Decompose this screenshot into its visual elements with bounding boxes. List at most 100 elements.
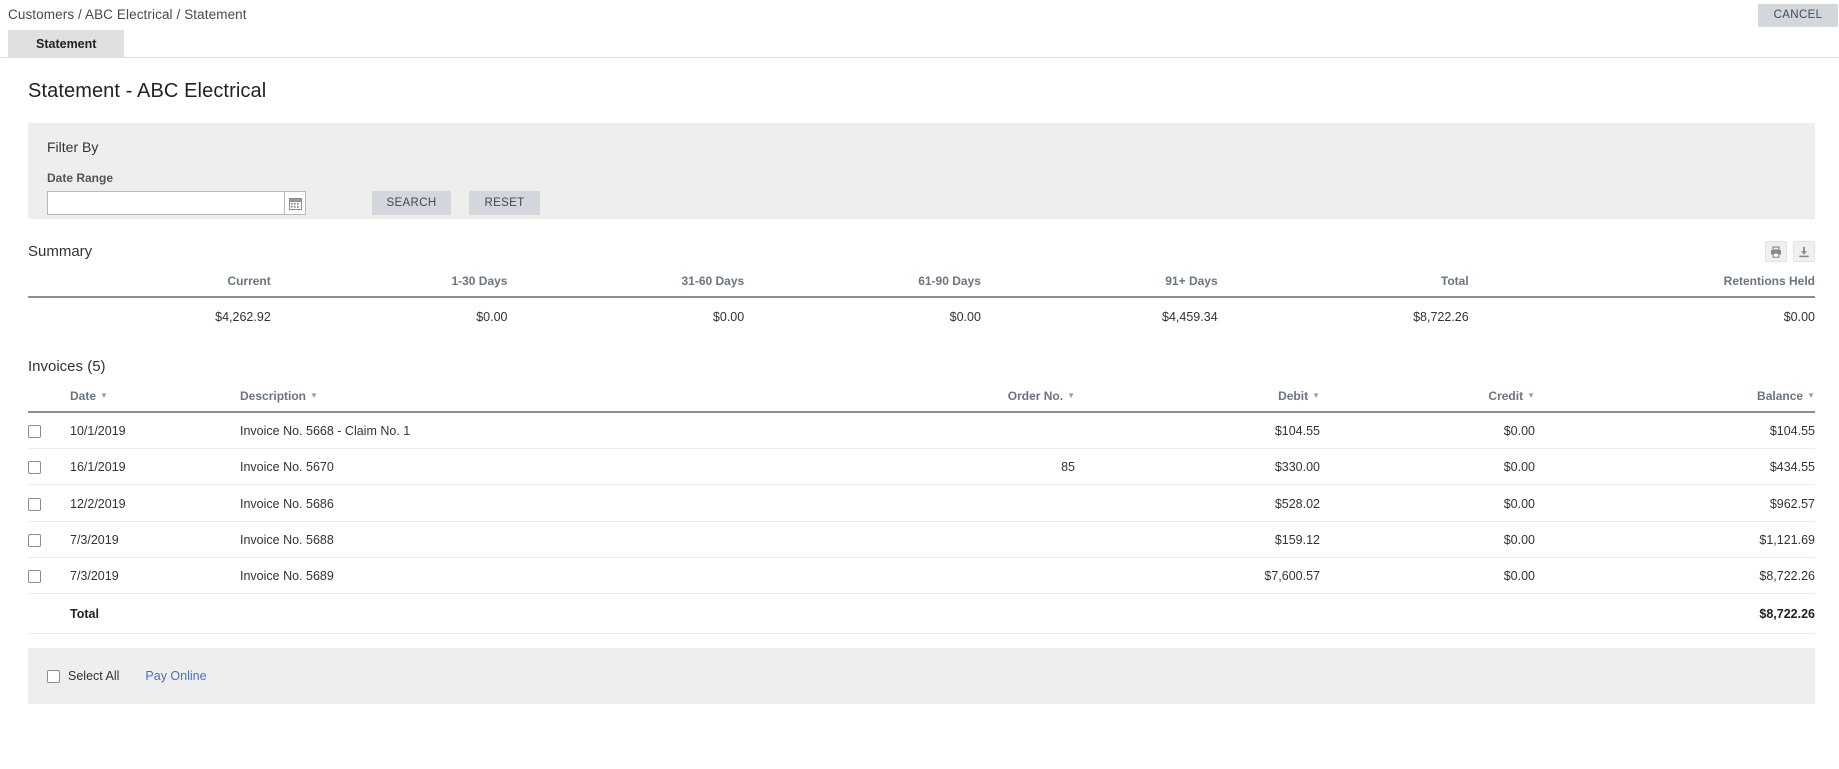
invoices-col-description-label: Description	[240, 389, 307, 403]
invoices-col-credit[interactable]: Credit ▼	[1320, 389, 1535, 413]
row-debit: $159.12	[1075, 521, 1320, 558]
total-spacer-2	[240, 593, 830, 635]
total-spacer-3	[830, 593, 1075, 635]
tab-statement[interactable]: Statement	[8, 30, 125, 58]
date-range-label: Date Range	[47, 171, 114, 185]
select-all-label: Select All	[68, 669, 120, 684]
row-date: 7/3/2019	[70, 557, 240, 595]
invoices-col-balance-label: Balance	[1757, 389, 1804, 403]
summary-col-current: Current	[28, 274, 309, 298]
row-description: Invoice No. 5688	[240, 521, 830, 558]
row-date: 10/1/2019	[70, 412, 240, 450]
print-icon[interactable]	[1765, 241, 1787, 262]
breadcrumb: Customers / ABC Electrical / Statement	[8, 7, 247, 22]
summary-col-91-plus-days: 91+ Days	[1018, 274, 1256, 298]
summary-heading: Summary	[28, 243, 93, 260]
sort-caret-debit-icon[interactable]: ▼	[1312, 391, 1320, 400]
row-balance: $434.55	[1535, 448, 1815, 486]
row-order-no: 85	[830, 448, 1075, 486]
row-description: Invoice No. 5689	[240, 557, 830, 595]
table-row[interactable]: 16/1/2019 Invoice No. 5670 85 $330.00 $0.00 $…	[28, 448, 1815, 486]
invoices-col-credit-label: Credit	[1488, 389, 1524, 403]
table-row[interactable]: 10/1/2019 Invoice No. 5668 - Claim No. 1 $…	[28, 412, 1815, 450]
row-checkbox[interactable]	[28, 461, 41, 475]
row-date: 16/1/2019	[70, 448, 240, 486]
invoices-col-balance[interactable]: Balance ▼	[1535, 389, 1815, 413]
row-checkbox-cell	[28, 412, 70, 450]
invoices-total-balance: $8,722.26	[1535, 593, 1815, 635]
row-checkbox[interactable]	[28, 497, 41, 511]
invoices-body: 10/1/2019 Invoice No. 5668 - Claim No. 1 $…	[28, 412, 1815, 635]
select-all-checkbox[interactable]	[47, 669, 60, 683]
row-description: Invoice No. 5686	[240, 484, 830, 522]
invoices-col-order-no-label: Order No.	[1007, 389, 1064, 403]
download-icon[interactable]	[1793, 241, 1815, 262]
total-spacer-4	[1075, 593, 1320, 635]
invoices-heading: Invoices (5)	[28, 358, 106, 375]
row-checkbox[interactable]	[28, 425, 41, 439]
row-order-no	[830, 521, 1075, 558]
row-date: 12/2/2019	[70, 484, 240, 522]
tab-strip: Statement	[0, 30, 1839, 58]
summary-col-61-90-days: 61-90 Days	[782, 274, 1019, 298]
calendar-icon[interactable]	[284, 191, 306, 215]
table-row[interactable]: 7/3/2019 Invoice No. 5689 $7,600.57 $0.00 $8…	[28, 557, 1815, 595]
row-credit: $0.00	[1320, 448, 1535, 486]
summary-col-31-60-days: 31-60 Days	[545, 274, 783, 298]
invoices-col-date[interactable]: Date ▼	[70, 389, 240, 413]
reset-button[interactable]: RESET	[469, 191, 540, 215]
summary-value-61-90-days: $0.00	[949, 310, 981, 324]
row-credit: $0.00	[1320, 484, 1535, 522]
date-range-field-group	[47, 191, 306, 215]
summary-col-total: Total	[1255, 274, 1507, 298]
summary-value-current: $4,262.92	[215, 310, 271, 324]
pay-online-link[interactable]: Pay Online	[145, 669, 206, 683]
summary-value-row: $4,262.92 $0.00 $0.00 $0.00 $4,459.34 $8…	[28, 297, 1815, 334]
invoices-col-debit[interactable]: Debit ▼	[1075, 389, 1320, 413]
summary-col-1-30-days: 1-30 Days	[308, 274, 546, 298]
summary-value-91-plus-days: $4,459.34	[1162, 310, 1218, 324]
sort-caret-date-icon[interactable]: ▼	[100, 391, 108, 400]
invoices-col-order-no[interactable]: Order No. ▼	[830, 389, 1075, 413]
sort-caret-balance-icon[interactable]: ▼	[1807, 391, 1815, 400]
row-description: Invoice No. 5668 - Claim No. 1	[240, 412, 830, 450]
table-row[interactable]: 12/2/2019 Invoice No. 5686 $528.02 $0.00 $96…	[28, 484, 1815, 522]
row-credit: $0.00	[1320, 557, 1535, 595]
total-spacer	[28, 593, 70, 635]
row-checkbox[interactable]	[28, 533, 41, 547]
invoices-col-description[interactable]: Description ▼	[240, 389, 830, 413]
row-order-no	[830, 557, 1075, 595]
table-row[interactable]: 7/3/2019 Invoice No. 5688 $159.12 $0.00 $1,1…	[28, 521, 1815, 558]
total-spacer-5	[1320, 593, 1535, 635]
sort-caret-order-no-icon[interactable]: ▼	[1067, 391, 1075, 400]
summary-table: Current 1-30 Days 31-60 Days 61-90 Days …	[28, 274, 1815, 334]
invoices-col-checkbox	[28, 389, 70, 413]
date-range-input[interactable]	[47, 191, 284, 215]
search-button[interactable]: SEARCH	[372, 191, 451, 215]
row-order-no	[830, 484, 1075, 522]
cancel-button[interactable]: CANCEL	[1758, 4, 1838, 27]
invoices-total-row: Total $8,722.26	[28, 593, 1815, 635]
row-balance: $104.55	[1535, 412, 1815, 450]
row-debit: $7,600.57	[1075, 557, 1320, 595]
row-credit: $0.00	[1320, 521, 1535, 558]
invoices-header-row: Date ▼ Description ▼ Order No. ▼ Debit ▼ Cre…	[28, 389, 1815, 413]
row-checkbox-cell	[28, 448, 70, 486]
footer-action-bar: Select All Pay Online	[28, 648, 1815, 705]
summary-actions	[1765, 241, 1815, 262]
invoices-col-debit-label: Debit	[1278, 389, 1309, 403]
row-debit: $528.02	[1075, 484, 1320, 522]
summary-heading-row: Summary	[0, 219, 1839, 262]
row-checkbox-cell	[28, 484, 70, 522]
row-checkbox[interactable]	[28, 570, 41, 584]
sort-caret-credit-icon[interactable]: ▼	[1527, 391, 1535, 400]
invoices-table: Date ▼ Description ▼ Order No. ▼ Debit ▼ Cre…	[28, 389, 1815, 635]
row-checkbox-cell	[28, 521, 70, 558]
sort-caret-description-icon[interactable]: ▼	[310, 391, 318, 400]
row-checkbox-cell	[28, 557, 70, 595]
invoices-total-label: Total	[70, 593, 240, 635]
row-debit: $330.00	[1075, 448, 1320, 486]
row-balance: $1,121.69	[1535, 521, 1815, 558]
summary-header-row: Current 1-30 Days 31-60 Days 61-90 Days …	[28, 274, 1815, 298]
row-description: Invoice No. 5670	[240, 448, 830, 486]
